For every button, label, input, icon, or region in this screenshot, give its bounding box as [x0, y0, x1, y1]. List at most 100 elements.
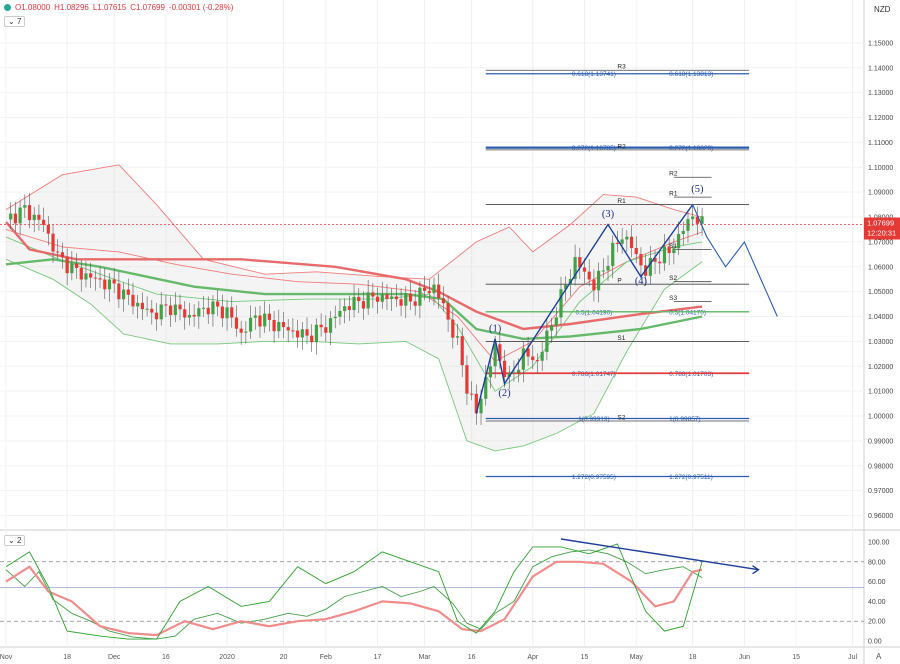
x-tick-label: 18: [63, 654, 71, 661]
candle-body: [371, 292, 375, 297]
candle-body: [592, 279, 596, 291]
osc-pane-indicator-toggle[interactable]: ⌄ 2: [4, 535, 26, 546]
fib-level-label-right: 1.272(0.97511): [669, 474, 713, 481]
candle-body: [375, 296, 380, 302]
candle-body: [582, 267, 587, 272]
fib-level-label-right: 0.5(1.04170): [669, 309, 706, 316]
candle-body: [136, 302, 140, 307]
candle-body: [70, 263, 74, 274]
candle-body: [230, 307, 234, 318]
candle-body: [399, 299, 403, 306]
ohlc-low: L1.07615: [92, 3, 127, 12]
x-tick-label: 16: [162, 654, 170, 661]
candle-body: [361, 301, 366, 309]
candle-body: [103, 279, 107, 290]
wave-label: (1): [489, 323, 502, 334]
candle-body: [145, 308, 149, 310]
y-tick-label: 1.04000: [868, 314, 893, 321]
candle-body: [112, 279, 116, 284]
pivot-label: R2: [617, 143, 626, 150]
current-price-value: 1.07699: [867, 219, 894, 228]
y-tick-label: 1.15000: [868, 40, 893, 47]
fib-level-label: 0.618(1.13741): [572, 71, 616, 78]
fib-level-label: 0.786(1.01747): [572, 371, 616, 378]
candle-body: [300, 329, 304, 338]
y-tick-label: 0.98000: [868, 463, 893, 470]
candle-body: [465, 365, 469, 394]
candle-body: [201, 307, 206, 309]
osc-y-tick-label: 0.00: [868, 639, 882, 646]
osc-y-tick-label: 20.00: [868, 619, 886, 626]
candle-body: [277, 321, 281, 332]
x-tick-label: Jul: [848, 654, 857, 661]
pivot-label: P: [617, 278, 621, 285]
candle-body: [422, 287, 427, 291]
candle-body: [648, 257, 652, 276]
candle-body: [521, 348, 525, 370]
candle-body: [540, 351, 544, 361]
x-tick-label: 15: [792, 654, 800, 661]
candle-body: [244, 331, 248, 333]
y-tick-label: 1.05000: [868, 289, 893, 296]
candle-body: [140, 302, 144, 310]
fib-level-label-right: 0.618(1.13813): [669, 71, 713, 78]
candle-body: [601, 270, 605, 272]
x-tick-label: 15: [581, 654, 589, 661]
candle-body: [455, 336, 460, 338]
current-price-countdown: 12:20:31: [867, 229, 896, 238]
candle-body: [408, 293, 413, 302]
candle-body: [263, 313, 267, 327]
osc-y-tick-label: 100.00: [868, 539, 890, 546]
candle-body: [220, 306, 224, 319]
fib-level-label: 1.272(0.97595): [572, 474, 616, 481]
fib-level-label: 1(0.99919): [578, 416, 609, 423]
candle-body: [281, 321, 286, 328]
ohlc-change: -0.00301 (-0.28%): [168, 3, 234, 12]
wave-label: (4): [635, 276, 648, 287]
candle-body: [470, 393, 474, 395]
auto-scale-button[interactable]: A: [876, 652, 881, 661]
x-tick-label: 17: [374, 654, 382, 661]
main-pane-indicator-toggle[interactable]: ⌄ 7: [4, 16, 26, 27]
candle-body: [545, 330, 549, 352]
candle-body: [56, 251, 60, 253]
candle-body: [296, 330, 300, 338]
x-tick-label: 20: [280, 654, 288, 661]
candle-body: [686, 219, 690, 231]
osc-y-tick-label: 80.00: [868, 559, 886, 566]
candle-body: [366, 292, 370, 309]
candle-body: [178, 304, 182, 310]
candle-body: [131, 294, 135, 307]
y-tick-label: 1.14000: [868, 65, 893, 72]
y-tick-label: 1.06000: [868, 264, 893, 271]
candle-body: [658, 261, 662, 264]
osc-pane-count: 2: [16, 536, 22, 545]
candle-body: [451, 319, 455, 338]
candle-body: [314, 324, 319, 343]
candle-body: [620, 239, 624, 244]
candle-body: [549, 325, 554, 331]
chart-canvas[interactable]: Nov 18 Dec 16 2020 20 Feb 17 Mar 16 Apr 15 May 18 Jun 1…: [0, 0, 900, 664]
candle-body: [625, 236, 629, 240]
candle-body: [169, 305, 173, 316]
candle-body: [554, 317, 558, 326]
candle-body: [319, 324, 323, 328]
candle-body: [79, 267, 83, 280]
y-tick-label: 1.10000: [868, 165, 893, 172]
candle-body: [164, 304, 168, 306]
pivot-label: R1: [669, 191, 678, 198]
candle-body: [390, 296, 394, 299]
pivot-label: S2: [617, 415, 625, 422]
ohlc-open: O1.08000: [15, 3, 51, 12]
candle-body: [286, 327, 290, 331]
x-tick-label: Jun: [739, 654, 750, 661]
candle-body: [197, 308, 201, 317]
y-tick-label: 1.02000: [868, 364, 893, 371]
candle-body: [611, 242, 615, 266]
candle-body: [324, 327, 328, 333]
x-tick-label: 2020: [219, 654, 235, 661]
candle-body: [347, 306, 351, 311]
y-tick-label: 1.13000: [868, 90, 893, 97]
pivot-label: R1: [617, 198, 626, 205]
candle-body: [502, 360, 507, 377]
